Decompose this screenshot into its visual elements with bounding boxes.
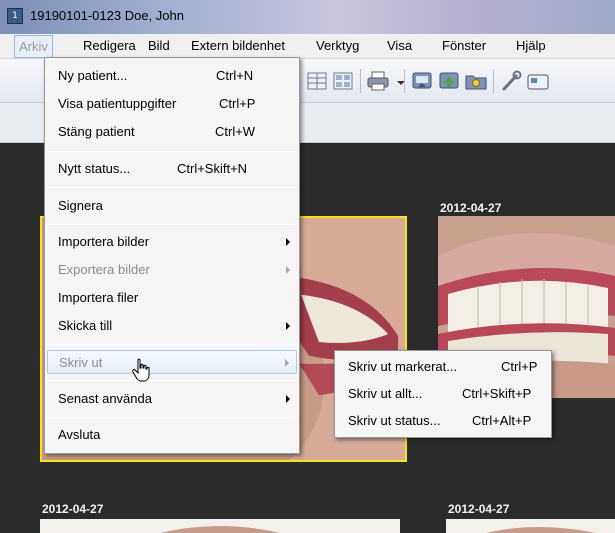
menu-item-skriv-ut-markerat[interactable]: Skriv ut markerat... Ctrl+P (335, 355, 551, 379)
menu-extern-bildenhet[interactable]: Extern bildenhet (188, 38, 288, 53)
toolbar-separator (404, 69, 405, 93)
menu-item-label: Skicka till (58, 318, 113, 333)
menu-item-label: Importera bilder (58, 234, 150, 249)
dropdown-arrow-icon[interactable] (389, 70, 405, 92)
toolbar-separator (493, 69, 494, 93)
menu-separator (47, 151, 297, 152)
menu-separator (47, 380, 297, 381)
export-icon[interactable] (437, 70, 461, 92)
menu-redigera[interactable]: Redigera (80, 38, 139, 53)
menu-item-label: Senast använda (58, 391, 152, 406)
submenu-arrow-icon (286, 238, 290, 246)
menu-item-ny-patient[interactable]: Ny patient... Ctrl+N (45, 64, 299, 88)
menu-item-label: Visa patientuppgifter (58, 96, 177, 111)
menu-separator (47, 417, 297, 418)
menu-item-label: Ny patient... (58, 68, 128, 83)
menu-item-importera-bilder[interactable]: Importera bilder (45, 230, 299, 254)
wrench-icon[interactable] (499, 70, 523, 92)
menu-item-skriv-ut-status[interactable]: Skriv ut status... Ctrl+Alt+P (335, 409, 551, 433)
menu-bar: Arkiv Redigera Bild Extern bildenhet Ver… (0, 34, 615, 59)
menu-item-label: Skriv ut (59, 355, 103, 370)
menu-item-shortcut: Ctrl+P (219, 96, 256, 111)
menu-item-avsluta[interactable]: Avsluta (45, 423, 299, 447)
menu-item-skriv-ut-allt[interactable]: Skriv ut allt... Ctrl+Skift+P (335, 382, 551, 406)
menu-item-skriv-ut[interactable]: Skriv ut (47, 350, 297, 374)
printer-icon[interactable] (366, 70, 390, 92)
menu-item-label: Skriv ut allt... (348, 386, 423, 401)
camera-icon[interactable] (526, 70, 550, 92)
layout-quad-icon[interactable] (331, 70, 355, 92)
menu-item-visa-patientuppgifter[interactable]: Visa patientuppgifter Ctrl+P (45, 92, 299, 116)
menu-hjalp[interactable]: Hjälp (513, 38, 549, 53)
menu-separator (47, 344, 297, 345)
submenu-arrow-icon (286, 266, 290, 274)
mouse-cursor-icon (132, 358, 150, 382)
window-title: 19190101-0123 Doe, John (30, 8, 184, 23)
menu-visa[interactable]: Visa (384, 38, 415, 53)
menu-item-shortcut: Ctrl+P (501, 359, 538, 374)
menu-arkiv[interactable]: Arkiv (14, 35, 53, 58)
menu-item-label: Nytt status... (58, 161, 131, 176)
menu-item-signera[interactable]: Signera (45, 194, 299, 218)
layout-grid-icon[interactable] (305, 70, 329, 92)
dental-photo[interactable] (40, 519, 400, 533)
menu-item-shortcut: Ctrl+N (216, 68, 254, 83)
menu-item-exportera-bilder: Exportera bilder (45, 258, 299, 282)
menu-item-label: Stäng patient (58, 124, 135, 139)
menu-item-nytt-status[interactable]: Nytt status... Ctrl+Skift+N (45, 157, 299, 181)
submenu-arrow-icon (286, 395, 290, 403)
image-date-label: 2012-04-27 (42, 502, 104, 516)
image-date-label: 2012-04-27 (448, 502, 510, 516)
menu-item-shortcut: Ctrl+W (215, 124, 256, 139)
arkiv-menu: Ny patient... Ctrl+N Visa patientuppgift… (44, 57, 300, 454)
menu-item-label: Importera filer (58, 290, 139, 305)
menu-item-label: Signera (58, 198, 103, 213)
menu-item-skicka-till[interactable]: Skicka till (45, 314, 299, 338)
menu-item-label: Skriv ut status... (348, 413, 441, 428)
toolbar-separator (360, 69, 361, 93)
folder-icon[interactable] (464, 70, 488, 92)
menu-bild[interactable]: Bild (145, 38, 173, 53)
menu-item-shortcut: Ctrl+Alt+P (472, 413, 532, 428)
menu-item-label: Avsluta (58, 427, 101, 442)
title-bar: 1 19190101-0123 Doe, John (0, 0, 615, 34)
menu-fonster[interactable]: Fönster (439, 38, 489, 53)
menu-item-shortcut: Ctrl+Skift+N (177, 161, 248, 176)
menu-item-stang-patient[interactable]: Stäng patient Ctrl+W (45, 120, 299, 144)
app-icon[interactable]: 1 (7, 8, 23, 24)
image-date-label: 2012-04-27 (440, 201, 502, 215)
menu-separator (47, 224, 297, 225)
menu-item-senast-anvanda[interactable]: Senast använda (45, 387, 299, 411)
submenu-arrow-icon (285, 359, 289, 367)
submenu-arrow-icon (286, 322, 290, 330)
dental-photo[interactable] (446, 519, 615, 533)
import-icon[interactable] (410, 70, 434, 92)
menu-verktyg[interactable]: Verktyg (313, 38, 362, 53)
menu-item-importera-filer[interactable]: Importera filer (45, 286, 299, 310)
print-submenu: Skriv ut markerat... Ctrl+P Skriv ut all… (334, 350, 552, 438)
menu-item-label: Skriv ut markerat... (348, 359, 458, 374)
menu-item-shortcut: Ctrl+Skift+P (462, 386, 532, 401)
menu-item-label: Exportera bilder (58, 262, 150, 277)
menu-separator (47, 187, 297, 188)
